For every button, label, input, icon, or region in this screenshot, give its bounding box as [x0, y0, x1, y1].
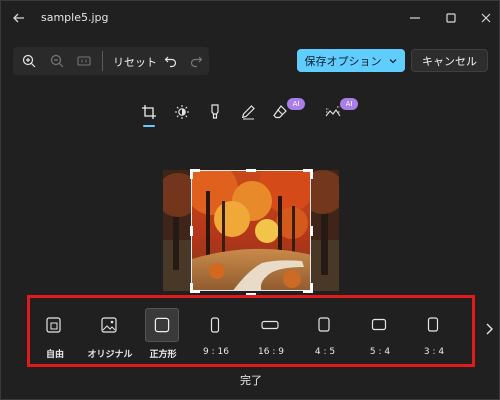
reset-button[interactable]: リセット: [113, 54, 157, 70]
brightness-icon[interactable]: [173, 103, 191, 121]
crop-handle-top[interactable]: [246, 169, 256, 179]
photo-autumn-forest: [192, 171, 310, 290]
aspect-4-5[interactable]: 4 : 5: [302, 298, 348, 364]
selected-tool-indicator: [143, 125, 155, 127]
save-options-button[interactable]: 保存オプション: [297, 49, 405, 72]
window-title: sample5.jpg: [41, 11, 109, 24]
landscape-5-4-icon: [371, 318, 387, 331]
title-bar: sample5.jpg: [1, 1, 500, 35]
aspect-ratio-bar: 自由 オリジナル 正方形 9 : 16 16: 9 4: 5 5: 4 3…: [27, 295, 475, 367]
zoom-out-icon[interactable]: [49, 53, 65, 69]
crop-handle-right[interactable]: [303, 226, 313, 236]
crop-handle-top-left[interactable]: [190, 169, 200, 179]
aspect-3-4[interactable]: 3 : 4: [411, 298, 457, 364]
pen-icon[interactable]: [239, 103, 257, 121]
cancel-button[interactable]: キャンセル: [411, 49, 488, 72]
aspect-label: 3 : 4: [423, 347, 445, 357]
crop-selection[interactable]: [191, 170, 311, 291]
crop-handle-left[interactable]: [190, 226, 200, 236]
chevron-right-icon[interactable]: [483, 321, 495, 337]
chevron-down-icon: [389, 58, 396, 63]
photos-editor-window: sample5.jpg リセット 保存オプション キャンセル AI AI 自由 …: [0, 0, 500, 400]
landscape-16-9-icon: [261, 320, 279, 330]
highlighter-icon[interactable]: [206, 103, 224, 121]
fit-to-window-icon[interactable]: [76, 53, 92, 69]
undo-icon[interactable]: [163, 53, 179, 69]
portrait-3-4-icon: [427, 317, 439, 332]
freeform-crop-icon: [46, 317, 61, 333]
crop-handle-bottom-left[interactable]: [190, 283, 200, 293]
done-button[interactable]: 完了: [1, 372, 500, 388]
maximize-icon[interactable]: [442, 9, 460, 27]
aspect-9-16[interactable]: 9 : 16: [193, 298, 239, 364]
toolbar-divider: [102, 51, 103, 71]
save-options-label: 保存オプション: [304, 54, 382, 68]
back-arrow-icon[interactable]: [10, 9, 28, 27]
view-toolbar: リセット: [13, 47, 209, 75]
portrait-4-5-icon: [318, 317, 330, 332]
zoom-in-icon[interactable]: [21, 53, 37, 69]
crop-handle-top-right[interactable]: [303, 169, 313, 179]
close-icon[interactable]: [477, 9, 495, 27]
aspect-freeform[interactable]: 自由: [32, 298, 78, 364]
crop-icon[interactable]: [140, 103, 158, 121]
minimize-icon[interactable]: [406, 9, 424, 27]
crop-handle-bottom-right[interactable]: [303, 283, 313, 293]
image-icon: [101, 317, 117, 333]
portrait-9-16-icon: [210, 317, 220, 333]
ai-badge: AI: [340, 98, 358, 110]
ai-badge: AI: [287, 98, 305, 110]
square-icon: [145, 308, 179, 342]
redo-icon[interactable]: [188, 53, 204, 69]
